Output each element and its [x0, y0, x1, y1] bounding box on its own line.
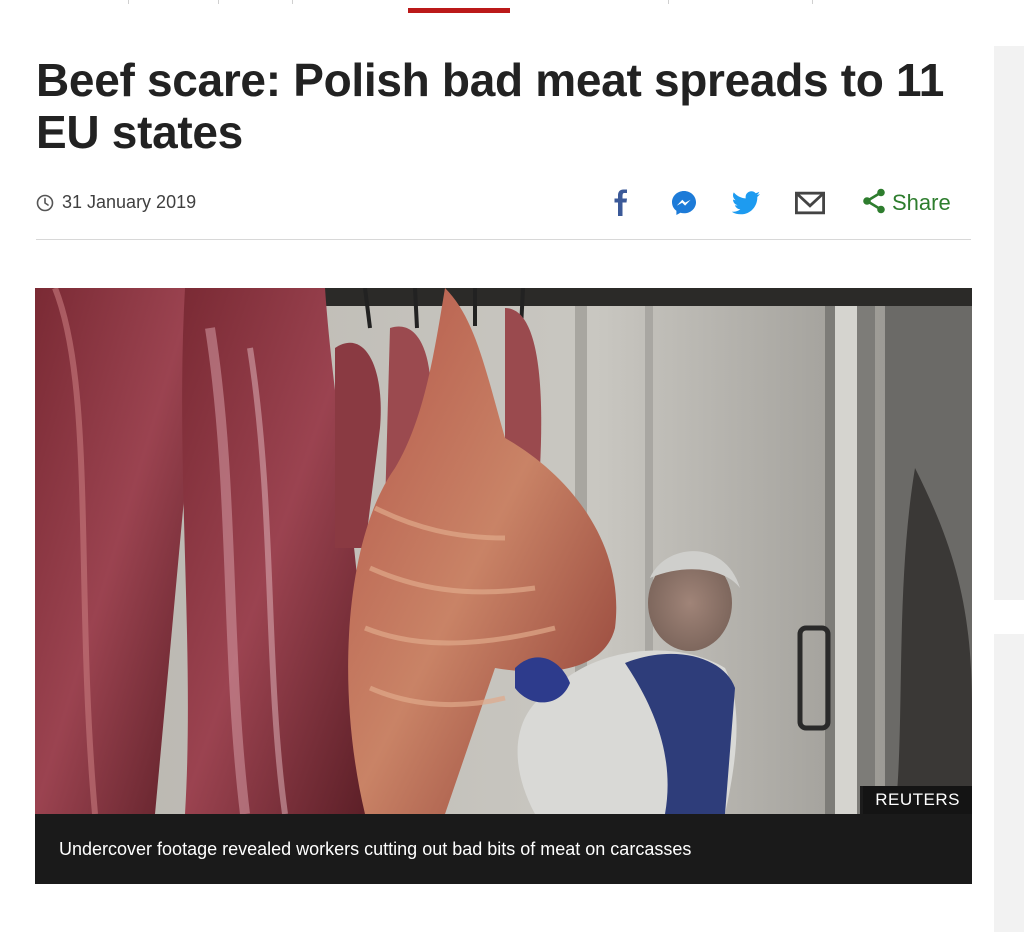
- article-image: REUTERS: [35, 288, 972, 814]
- nav-divider: [218, 0, 219, 4]
- messenger-icon[interactable]: [669, 188, 699, 218]
- right-rail: [994, 46, 1024, 600]
- image-caption: Undercover footage revealed workers cutt…: [35, 814, 972, 884]
- share-button[interactable]: Share: [862, 186, 951, 220]
- article-headline: Beef scare: Polish bad meat spreads to 1…: [36, 54, 945, 158]
- nav-divider: [812, 0, 813, 4]
- nav-divider: [292, 0, 293, 4]
- nav-divider: [128, 0, 129, 4]
- share-icon: [862, 188, 886, 219]
- facebook-icon[interactable]: [606, 188, 636, 218]
- email-icon[interactable]: [795, 188, 825, 218]
- meat-carcasses-photo: [35, 288, 972, 814]
- image-credit: REUTERS: [863, 786, 972, 814]
- nav-divider: [668, 0, 669, 4]
- caption-text: Undercover footage revealed workers cutt…: [59, 839, 692, 859]
- twitter-icon[interactable]: [732, 188, 762, 218]
- top-navigation: [0, 0, 1024, 16]
- article-meta: 31 January 2019 Share: [36, 186, 971, 220]
- share-label: Share: [892, 190, 951, 215]
- nav-active-indicator[interactable]: [408, 8, 510, 13]
- meta-divider: [36, 239, 971, 240]
- clock-icon: [36, 194, 54, 212]
- share-tools: Share: [596, 186, 971, 220]
- article-date: 31 January 2019: [36, 192, 196, 213]
- right-rail: [994, 634, 1024, 932]
- date-text: 31 January 2019: [62, 192, 197, 212]
